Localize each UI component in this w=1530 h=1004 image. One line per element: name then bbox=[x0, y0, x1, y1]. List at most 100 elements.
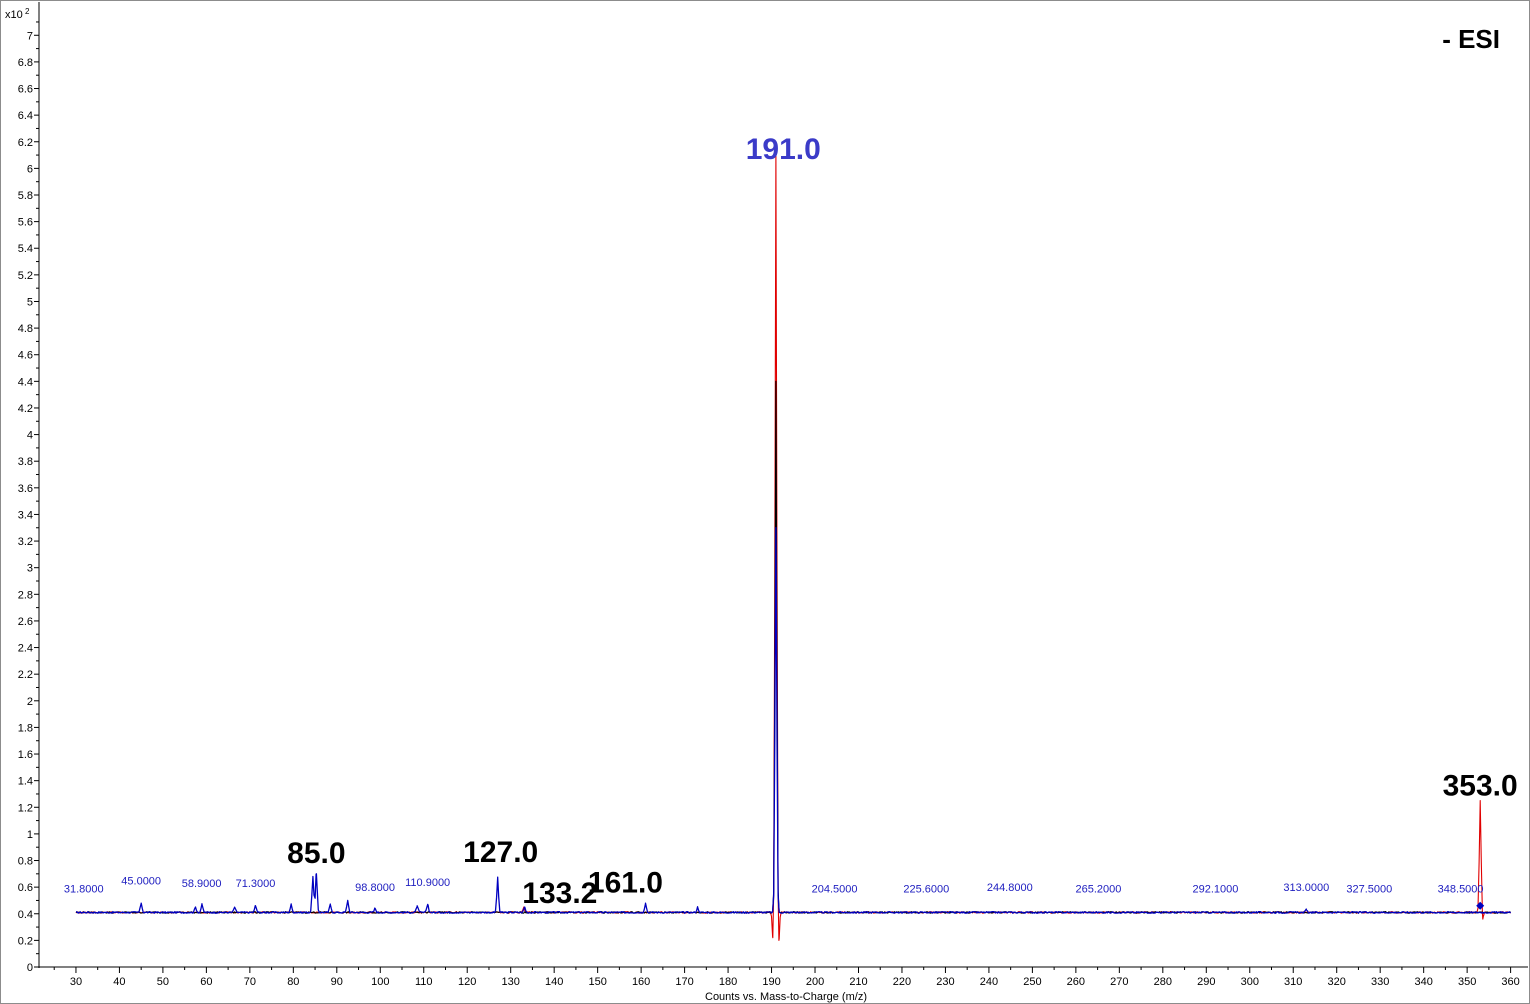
y-tick-label: 5.8 bbox=[18, 190, 33, 202]
y-tick-label: 2.8 bbox=[18, 589, 33, 601]
x-tick-label: 230 bbox=[936, 976, 954, 988]
x-tick-label: 190 bbox=[762, 976, 780, 988]
ticks: 0 0.2 0.4 0.6 0.8 1 1.2 1.4 1.6 1.8 2 2.2 2.4 2.6 2.8 3… bbox=[18, 21, 1520, 988]
y-scale-exponent: 2 bbox=[25, 7, 30, 16]
major-peak-label: 353.0 bbox=[1443, 769, 1518, 802]
y-tick-label: 6.6 bbox=[18, 84, 33, 96]
y-scale-label: x10 bbox=[5, 9, 23, 21]
x-tick-label: 30 bbox=[70, 976, 82, 988]
x-tick-label: 160 bbox=[632, 976, 650, 988]
x-tick-label: 50 bbox=[157, 976, 169, 988]
x-tick-label: 260 bbox=[1067, 976, 1085, 988]
y-tick-label: 3.6 bbox=[18, 483, 33, 495]
y-tick-label: 0.6 bbox=[18, 882, 33, 894]
peak-mz-label: 327.5000 bbox=[1346, 883, 1392, 895]
x-tick-label: 280 bbox=[1154, 976, 1172, 988]
peak-labels: 31.8000 45.0000 58.9000 71.3000 98.8000 110.9… bbox=[64, 133, 1518, 910]
y-tick-label: 2 bbox=[27, 696, 33, 708]
ionization-mode-label: - ESI bbox=[1442, 24, 1500, 54]
major-peak-label: 85.0 bbox=[287, 837, 345, 870]
y-tick-label: 4.8 bbox=[18, 323, 33, 335]
traces bbox=[75, 154, 1512, 941]
x-tick-label: 140 bbox=[545, 976, 563, 988]
y-tick-label: 3 bbox=[27, 563, 33, 575]
x-tick-label: 250 bbox=[1023, 976, 1041, 988]
y-tick-label: 1.4 bbox=[18, 776, 33, 788]
major-peak-label: 133.2 bbox=[522, 877, 597, 910]
y-tick-label: 1.8 bbox=[18, 722, 33, 734]
x-tick-label: 240 bbox=[980, 976, 998, 988]
x-tick-label: 330 bbox=[1371, 976, 1389, 988]
x-tick-label: 220 bbox=[893, 976, 911, 988]
peak-mz-label: 225.6000 bbox=[903, 883, 949, 895]
x-tick-label: 300 bbox=[1241, 976, 1259, 988]
spectrum-trace bbox=[75, 154, 1511, 941]
y-tick-label: 4.2 bbox=[18, 403, 33, 415]
y-tick-label: 3.8 bbox=[18, 456, 33, 468]
y-tick-label: 5.2 bbox=[18, 270, 33, 282]
x-tick-label: 120 bbox=[458, 976, 476, 988]
y-tick-label: 0.8 bbox=[18, 856, 33, 868]
x-tick-label: 180 bbox=[719, 976, 737, 988]
y-tick-label: 4.6 bbox=[18, 350, 33, 362]
peak-mz-label: 348.5000 bbox=[1438, 883, 1484, 895]
spectrum-window: 0 0.2 0.4 0.6 0.8 1 1.2 1.4 1.6 1.8 2 2.2 2.4 2.6 2.8 3… bbox=[0, 0, 1530, 1004]
y-tick-label: 5.6 bbox=[18, 217, 33, 229]
peak-mz-label: 45.0000 bbox=[121, 875, 161, 887]
y-tick-label: 0.4 bbox=[18, 909, 33, 921]
peak-mz-label: 313.0000 bbox=[1283, 882, 1329, 894]
y-tick-label: 6 bbox=[27, 163, 33, 175]
x-tick-label: 90 bbox=[331, 976, 343, 988]
x-tick-label: 110 bbox=[415, 976, 433, 988]
x-tick-label: 200 bbox=[806, 976, 824, 988]
x-tick-label: 60 bbox=[200, 976, 212, 988]
y-tick-label: 2.2 bbox=[18, 669, 33, 681]
y-tick-label: 2.4 bbox=[18, 643, 33, 655]
y-tick-label: 5 bbox=[27, 296, 33, 308]
y-tick-label: 4 bbox=[27, 430, 33, 442]
peak-mz-label: 110.9000 bbox=[405, 877, 450, 889]
x-tick-label: 350 bbox=[1458, 976, 1476, 988]
y-tick-label: 0 bbox=[27, 962, 33, 974]
major-peak-label: 127.0 bbox=[463, 836, 538, 869]
y-tick-label: 4.4 bbox=[18, 376, 33, 388]
x-tick-label: 360 bbox=[1501, 976, 1519, 988]
peak-mz-label: 98.8000 bbox=[355, 882, 395, 894]
spectrum-trace bbox=[75, 380, 1511, 914]
y-tick-label: 3.4 bbox=[18, 509, 33, 521]
y-tick-label: 0.2 bbox=[18, 935, 33, 947]
x-axis-title: Counts vs. Mass-to-Charge (m/z) bbox=[705, 991, 867, 1003]
y-tick-label: 1.2 bbox=[18, 802, 33, 814]
x-tick-label: 80 bbox=[287, 976, 299, 988]
x-tick-label: 40 bbox=[113, 976, 125, 988]
y-tick-label: 3.2 bbox=[18, 536, 33, 548]
y-tick-label: 6.4 bbox=[18, 110, 33, 122]
peak-mz-label: 71.3000 bbox=[236, 878, 276, 890]
y-tick-label: 7 bbox=[27, 30, 33, 42]
peak-mz-label: 58.9000 bbox=[182, 878, 222, 890]
peak-mz-label: 244.8000 bbox=[987, 882, 1033, 894]
x-tick-label: 310 bbox=[1284, 976, 1302, 988]
x-tick-label: 100 bbox=[371, 976, 389, 988]
x-tick-label: 270 bbox=[1110, 976, 1128, 988]
x-tick-label: 70 bbox=[244, 976, 256, 988]
major-peak-label: 191.0 bbox=[746, 133, 821, 166]
major-peak-label: 161.0 bbox=[588, 866, 663, 899]
peak-mz-label: 31.8000 bbox=[64, 883, 104, 895]
y-tick-label: 1.6 bbox=[18, 749, 33, 761]
y-tick-label: 5.4 bbox=[18, 243, 33, 255]
peak-mz-label: 204.5000 bbox=[812, 883, 858, 895]
x-tick-label: 340 bbox=[1414, 976, 1432, 988]
y-tick-label: 2.6 bbox=[18, 616, 33, 628]
y-tick-label: 6.8 bbox=[18, 57, 33, 69]
x-tick-label: 170 bbox=[675, 976, 693, 988]
peak-mz-label: 292.1000 bbox=[1192, 883, 1238, 895]
x-tick-label: 210 bbox=[849, 976, 867, 988]
peak-mz-label: 265.2000 bbox=[1076, 883, 1122, 895]
y-tick-label: 6.2 bbox=[18, 137, 33, 149]
x-tick-label: 150 bbox=[588, 976, 606, 988]
mass-spectrum-chart: 0 0.2 0.4 0.6 0.8 1 1.2 1.4 1.6 1.8 2 2.2 2.4 2.6 2.8 3… bbox=[5, 2, 1528, 1003]
x-tick-label: 130 bbox=[502, 976, 520, 988]
x-tick-label: 320 bbox=[1328, 976, 1346, 988]
y-tick-label: 1 bbox=[27, 829, 33, 841]
